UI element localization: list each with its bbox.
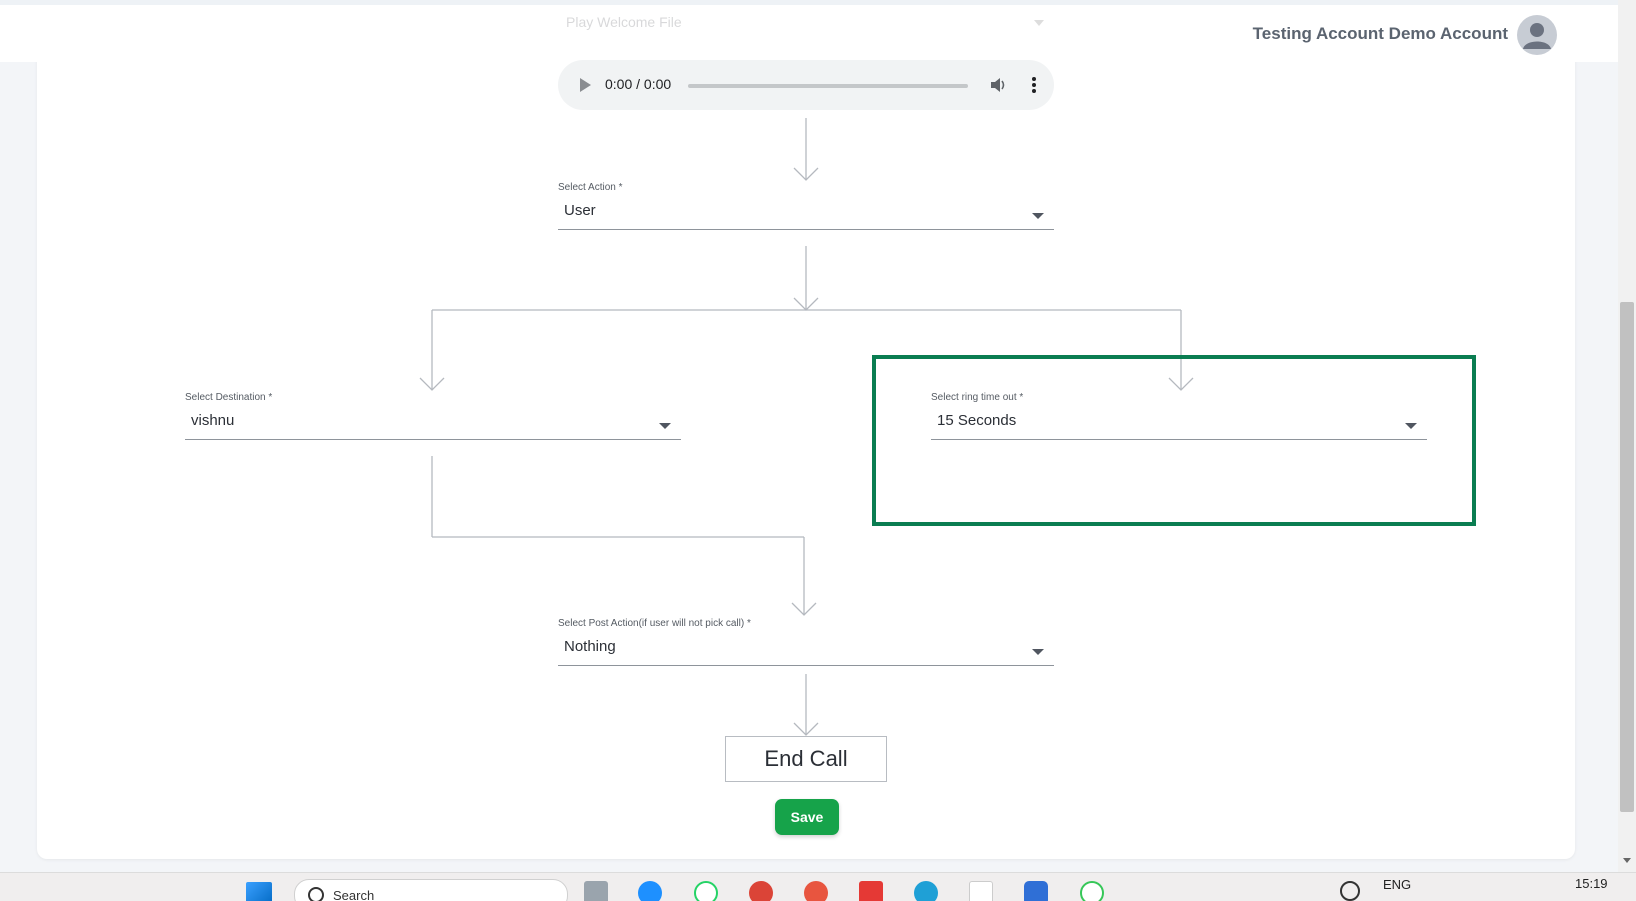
user-avatar-icon[interactable]	[1517, 15, 1557, 55]
select-ring-timeout-field[interactable]: Select ring time out * 15 Seconds	[931, 392, 1427, 440]
audio-time: 0:00 / 0:00	[605, 76, 672, 92]
audio-progress-track[interactable]	[688, 84, 968, 88]
chrome-icon[interactable]	[749, 881, 773, 901]
select-destination-underline	[185, 439, 681, 440]
taskbar-search[interactable]: Search	[294, 879, 568, 901]
select-action-value: User	[564, 202, 596, 219]
calendar-icon[interactable]	[1024, 881, 1048, 901]
chevron-down-icon	[659, 423, 671, 429]
account-name[interactable]: Testing Account Demo Account	[1253, 24, 1508, 44]
refresh-icon[interactable]	[1340, 881, 1360, 901]
messaging-icon[interactable]	[1080, 881, 1104, 901]
top-edge	[0, 0, 1618, 5]
more-vert-icon[interactable]	[1024, 75, 1044, 100]
select-post-action-underline	[558, 665, 1054, 666]
system-clock[interactable]: 15:19	[1575, 876, 1608, 891]
chevron-down-icon	[1034, 20, 1044, 26]
select-destination-field[interactable]: Select Destination * vishnu	[185, 392, 681, 440]
volume-icon[interactable]	[988, 75, 1008, 100]
select-post-action-field[interactable]: Select Post Action(if user will not pick…	[558, 618, 1054, 666]
file-explorer-icon[interactable]	[584, 881, 608, 901]
select-ring-timeout-underline	[931, 439, 1427, 440]
select-ring-timeout-label: Select ring time out *	[931, 392, 1024, 403]
select-action-label: Select Action *	[558, 182, 623, 193]
select-action-field[interactable]: Select Action * User	[558, 182, 1054, 230]
end-call-node[interactable]: End Call	[725, 736, 887, 782]
play-icon[interactable]	[580, 78, 591, 92]
chevron-down-icon	[1032, 213, 1044, 219]
select-post-action-label: Select Post Action(if user will not pick…	[558, 618, 751, 629]
skype-icon[interactable]	[638, 881, 662, 901]
chevron-down-icon	[1032, 649, 1044, 655]
welcome-file-value: Play Welcome File	[566, 14, 682, 30]
audio-player[interactable]: 0:00 / 0:00	[558, 60, 1054, 110]
os-taskbar: Search ENG 15:19	[0, 872, 1636, 901]
vertical-scrollbar[interactable]	[1618, 0, 1636, 872]
edge-icon[interactable]	[914, 881, 938, 901]
search-icon	[308, 887, 324, 901]
scroll-down-arrow-icon[interactable]	[1623, 858, 1631, 863]
whatsapp-icon[interactable]	[694, 881, 718, 901]
app-icon[interactable]	[859, 881, 883, 901]
welcome-file-select[interactable]: Play Welcome File	[560, 8, 1052, 38]
select-destination-value: vishnu	[191, 412, 235, 429]
select-post-action-value: Nothing	[564, 638, 616, 655]
scrollbar-thumb[interactable]	[1620, 302, 1634, 812]
taskbar-search-text: Search	[333, 888, 375, 901]
windows-start-icon[interactable]	[246, 882, 272, 901]
select-destination-label: Select Destination *	[185, 392, 273, 403]
notes-icon[interactable]	[969, 881, 993, 901]
save-button[interactable]: Save	[775, 799, 839, 835]
select-action-underline	[558, 229, 1054, 230]
select-ring-timeout-value: 15 Seconds	[937, 412, 1017, 429]
language-indicator[interactable]: ENG	[1383, 877, 1411, 892]
chevron-down-icon	[1405, 423, 1417, 429]
chrome-profile-icon[interactable]	[804, 881, 828, 901]
